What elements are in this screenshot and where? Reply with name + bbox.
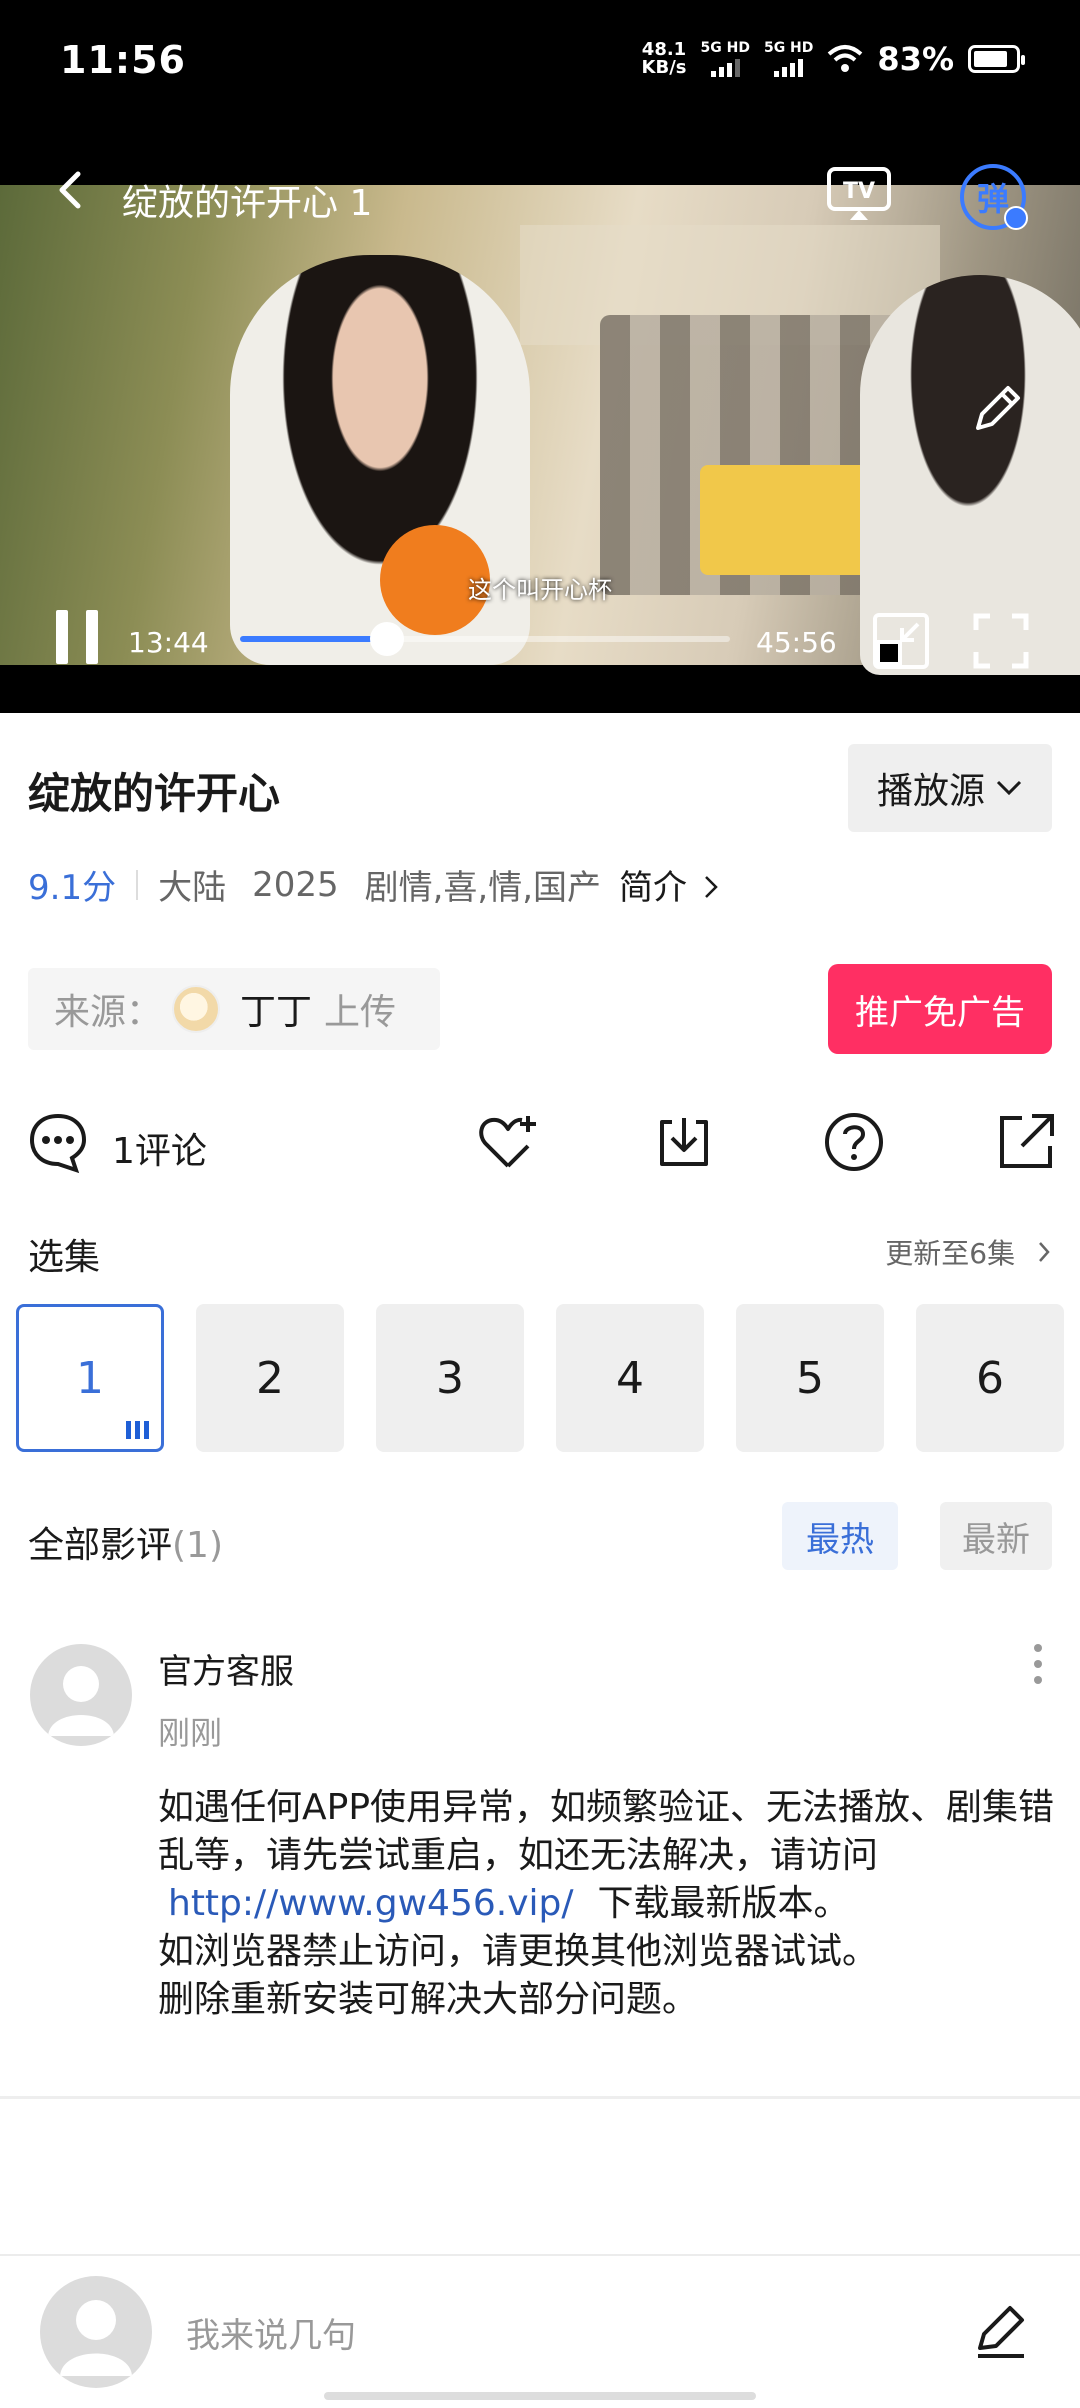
status-bar: 11:56 48.1 KB/s 5G HD 5G HD 83% bbox=[0, 0, 1080, 130]
video-player[interactable]: 绽放的许开心 1 TV 弹 这个叫开心杯 13:44 45:56 bbox=[0, 130, 1080, 713]
battery-percent: 83% bbox=[877, 40, 954, 78]
sort-hot-button[interactable]: 最热 bbox=[782, 1502, 898, 1570]
comment-icon[interactable] bbox=[26, 1110, 90, 1174]
region: 大陆 bbox=[158, 868, 227, 908]
promo-remove-ads-button[interactable]: 推广免广告 bbox=[828, 964, 1052, 1054]
progress-bar[interactable] bbox=[240, 622, 730, 656]
review-author[interactable]: 官方客服 bbox=[158, 1644, 294, 1693]
show-meta: 9.1分 大陆 2025 剧情,喜,情,国产 简介 bbox=[28, 860, 718, 909]
episode-button[interactable]: 5 bbox=[736, 1304, 884, 1452]
divider bbox=[136, 869, 139, 900]
episodes-update-link[interactable]: 更新至6集 bbox=[885, 1232, 1050, 1272]
current-time: 13:44 bbox=[128, 626, 209, 659]
status-time: 11:56 bbox=[60, 38, 186, 82]
review-link[interactable]: http://www.gw456.vip/ bbox=[168, 1883, 574, 1924]
chevron-right-icon bbox=[704, 876, 718, 898]
total-time: 45:56 bbox=[756, 626, 837, 659]
danmu-toggle-icon[interactable]: 弹 bbox=[960, 164, 1028, 230]
home-indicator bbox=[324, 2392, 756, 2400]
video-subtitle: 这个叫开心杯 bbox=[468, 576, 612, 604]
chevron-right-icon bbox=[1039, 1242, 1050, 1262]
review-content: 如遇任何APP使用异常，如频繁验证、无法播放、剧集错乱等，请先尝试重启，如还无法… bbox=[158, 1787, 1055, 2020]
uploader-avatar bbox=[172, 985, 221, 1033]
status-icons: 48.1 KB/s 5G HD 5G HD 83% bbox=[641, 39, 1025, 78]
reviews-header: 全部影评(1) bbox=[28, 1525, 224, 1566]
uploader-source[interactable]: 来源： 丁丁 上传 bbox=[28, 968, 440, 1050]
playing-indicator-icon bbox=[126, 1421, 149, 1439]
share-icon[interactable] bbox=[994, 1110, 1058, 1174]
network-speed: 48.1 KB/s bbox=[641, 39, 687, 78]
fullscreen-icon[interactable] bbox=[972, 612, 1030, 670]
show-title: 绽放的许开心 bbox=[28, 769, 281, 818]
score: 9.1分 bbox=[28, 868, 117, 908]
episode-button[interactable]: 2 bbox=[196, 1304, 344, 1452]
episode-list: 123456 bbox=[16, 1304, 1064, 1452]
episode-button[interactable]: 6 bbox=[916, 1304, 1064, 1452]
episode-button[interactable]: 1 bbox=[16, 1304, 164, 1452]
edit-icon[interactable] bbox=[972, 2302, 1030, 2360]
genres: 剧情,喜,情,国产 bbox=[364, 868, 602, 908]
chevron-down-icon bbox=[996, 780, 1022, 796]
danmu-edit-icon[interactable] bbox=[970, 380, 1026, 436]
year: 2025 bbox=[252, 864, 339, 905]
action-row: 1评论 bbox=[0, 1110, 1080, 1180]
pip-icon[interactable] bbox=[872, 612, 930, 670]
review-count: (1) bbox=[172, 1525, 224, 1566]
episode-button[interactable]: 4 bbox=[556, 1304, 704, 1452]
comment-input[interactable]: 我来说几句 bbox=[186, 2308, 356, 2357]
favorite-add-icon[interactable] bbox=[476, 1110, 540, 1174]
divider bbox=[0, 2096, 1080, 2099]
uploader-name: 丁丁 bbox=[240, 992, 313, 1033]
signal-sim1-icon: 5G HD bbox=[701, 41, 750, 77]
more-options-icon[interactable] bbox=[1034, 1644, 1044, 1688]
back-icon[interactable] bbox=[50, 170, 90, 210]
help-icon[interactable] bbox=[822, 1110, 886, 1174]
comment-count[interactable]: 1评论 bbox=[112, 1122, 207, 1174]
cast-tv-icon[interactable]: TV bbox=[826, 166, 892, 222]
sort-new-button[interactable]: 最新 bbox=[940, 1502, 1052, 1570]
signal-sim2-icon: 5G HD bbox=[764, 41, 813, 77]
comment-bar: 我来说几句 bbox=[0, 2254, 1080, 2408]
review-time: 刚刚 bbox=[158, 1714, 223, 1752]
wifi-icon bbox=[828, 45, 863, 72]
svg-text:TV: TV bbox=[843, 179, 875, 204]
battery-icon bbox=[968, 45, 1025, 73]
avatar[interactable] bbox=[30, 1644, 132, 1746]
play-source-button[interactable]: 播放源 bbox=[848, 744, 1052, 832]
user-avatar[interactable] bbox=[40, 2276, 152, 2388]
episodes-header: 选集 bbox=[28, 1237, 101, 1278]
progress-knob[interactable] bbox=[369, 622, 404, 656]
episode-button[interactable]: 3 bbox=[376, 1304, 524, 1452]
download-icon[interactable] bbox=[652, 1110, 716, 1174]
intro-link[interactable]: 简介 bbox=[619, 860, 718, 909]
video-title: 绽放的许开心 1 bbox=[122, 183, 373, 224]
